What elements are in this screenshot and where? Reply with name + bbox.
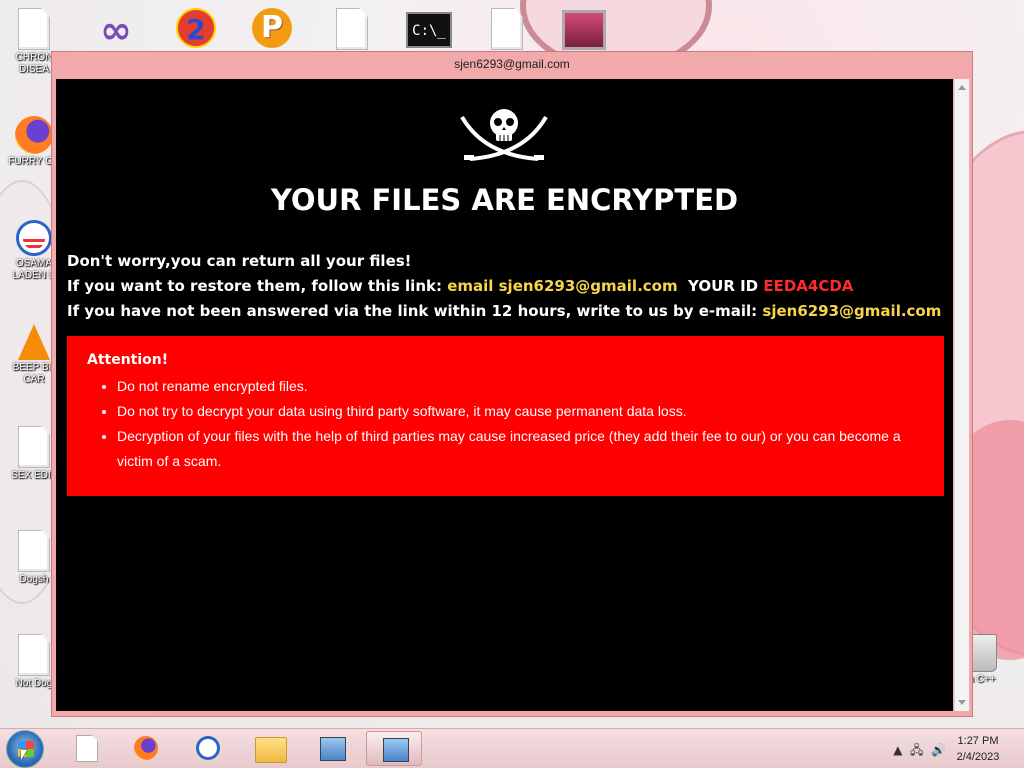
start-button[interactable] xyxy=(6,730,44,768)
firefox-icon xyxy=(15,116,53,154)
obama-icon xyxy=(196,736,220,760)
document-icon xyxy=(18,426,50,468)
visual-studio-icon: ∞ xyxy=(100,8,132,52)
document-icon xyxy=(76,735,98,762)
taskbar-item-firefox[interactable] xyxy=(118,731,174,766)
document-icon xyxy=(18,634,50,676)
document-icon xyxy=(336,8,368,50)
vlc-icon xyxy=(18,324,50,360)
taskbar-item-notepad[interactable] xyxy=(58,731,114,766)
desktop-icon-cmd[interactable]: C:\_ xyxy=(393,12,465,48)
clock[interactable]: 1:27 PM 2/4/2023 xyxy=(948,733,1008,765)
document-icon xyxy=(18,8,50,50)
attention-item: Do not try to decrypt your data using th… xyxy=(117,399,944,424)
ransom-instructions: Don't worry,you can return all your file… xyxy=(67,249,947,324)
vertical-scrollbar[interactable] xyxy=(954,79,969,711)
taskbar-item-explorer[interactable] xyxy=(242,731,298,766)
scroll-up-icon[interactable] xyxy=(958,85,966,90)
document-icon xyxy=(18,530,50,572)
video-icon xyxy=(562,10,606,50)
network-app-icon xyxy=(320,737,346,761)
desktop-icon-p-app[interactable]: P xyxy=(236,8,308,48)
document-icon xyxy=(491,8,523,50)
scroll-down-icon[interactable] xyxy=(958,700,966,705)
fallback-email[interactable]: sjen6293@gmail.com xyxy=(762,302,941,320)
window-title[interactable]: sjen6293@gmail.com xyxy=(52,52,972,76)
skull-crossed-swords-icon xyxy=(460,109,548,161)
network-app-icon xyxy=(383,738,409,762)
ransom-content: YOUR FILES ARE ENCRYPTED Don't worry,you… xyxy=(56,79,953,711)
desktop-icon-document[interactable] xyxy=(316,8,388,50)
attention-list: Do not rename encrypted files. Do not tr… xyxy=(87,374,944,474)
victim-id: EEDA4CDA xyxy=(763,277,854,295)
fallback-line: If you have not been answered via the li… xyxy=(67,299,947,324)
firefox-icon xyxy=(134,736,158,760)
taskbar-item-network-2[interactable] xyxy=(366,731,422,766)
ransom-window: sjen6293@gmail.com YOUR FILES ARE ENCRYP… xyxy=(51,51,973,717)
attention-item: Decryption of your files with the help o… xyxy=(117,424,944,474)
id-label: YOUR ID xyxy=(677,277,764,295)
contact-email-link[interactable]: email sjen6293@gmail.com xyxy=(447,277,677,295)
clock-time: 1:27 PM xyxy=(957,735,999,747)
clock-date: 2/4/2023 xyxy=(956,751,1000,763)
attention-title: Attention! xyxy=(87,352,169,368)
taskbar-item-obama[interactable] xyxy=(180,731,236,766)
p-app-icon: P xyxy=(252,8,292,48)
cmd-icon: C:\_ xyxy=(406,12,452,48)
system-tray[interactable]: ▲ 🖧 🔊 xyxy=(893,741,946,762)
restore-line: If you want to restore them, follow this… xyxy=(67,274,947,299)
desktop-icon-portal2[interactable]: 2 xyxy=(160,8,232,48)
restore-text: If you want to restore them, follow this… xyxy=(67,277,448,295)
reassurance-line: Don't worry,you can return all your file… xyxy=(67,252,412,270)
mouse-cursor xyxy=(21,750,27,760)
fallback-text: If you have not been answered via the li… xyxy=(67,302,763,320)
portal2-icon: 2 xyxy=(176,8,216,48)
attention-item: Do not rename encrypted files. xyxy=(117,374,944,399)
attention-box: Attention! Do not rename encrypted files… xyxy=(67,336,944,496)
headline: YOUR FILES ARE ENCRYPTED xyxy=(270,183,739,217)
desktop-icon-video[interactable] xyxy=(548,10,620,50)
desktop-icon-document[interactable] xyxy=(471,8,543,50)
desktop-icon-visual-studio[interactable]: ∞ xyxy=(80,10,152,50)
obama-icon xyxy=(16,220,52,256)
taskbar: ▲ 🖧 🔊 1:27 PM 2/4/2023 xyxy=(0,728,1024,768)
taskbar-item-network-1[interactable] xyxy=(304,731,360,766)
folder-icon xyxy=(255,737,287,763)
